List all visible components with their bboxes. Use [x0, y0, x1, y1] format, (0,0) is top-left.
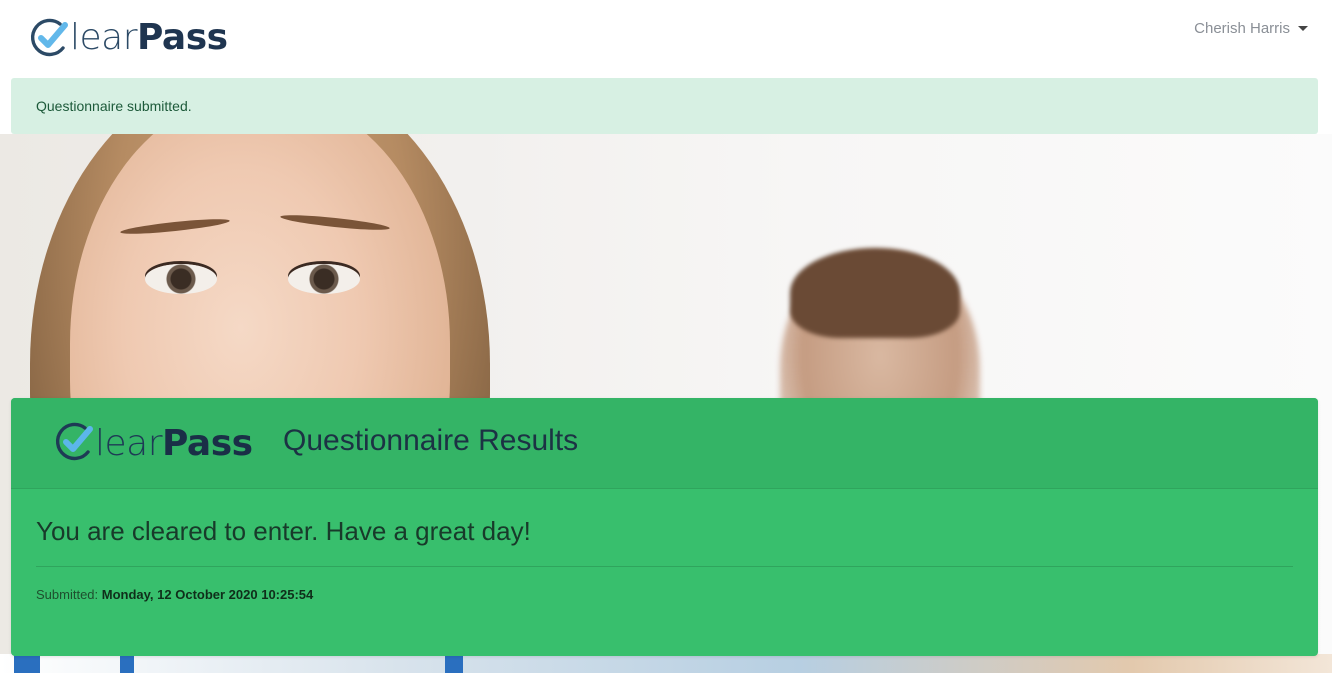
check-c-icon — [55, 420, 95, 467]
card-divider — [36, 566, 1293, 567]
clearpass-logo[interactable]: learPass — [30, 12, 228, 62]
card-logo-text-bold: Pass — [162, 423, 253, 464]
logo-text-light: lear — [70, 16, 138, 58]
check-c-icon — [30, 16, 70, 58]
submitted-value: Monday, 12 October 2020 10:25:54 — [101, 587, 314, 602]
user-name: Cherish Harris — [1194, 20, 1290, 37]
success-alert: Questionnaire submitted. — [11, 78, 1318, 134]
logo-text-bold: Pass — [137, 16, 228, 58]
card-body: You are cleared to enter. Have a great d… — [11, 513, 1318, 602]
alert-message: Questionnaire submitted. — [36, 98, 192, 114]
result-message: You are cleared to enter. Have a great d… — [36, 516, 531, 546]
card-logo-text-light: lear — [95, 423, 163, 464]
card-title: Questionnaire Results — [283, 424, 579, 457]
top-navbar: learPass Cherish Harris — [0, 0, 1332, 78]
caret-down-icon — [1298, 26, 1308, 31]
submitted-label: Submitted: — [36, 587, 99, 602]
card-clearpass-logo: learPass — [55, 420, 253, 467]
questionnaire-results-card: learPass Questionnaire Results You are c… — [11, 398, 1318, 656]
submitted-timestamp: Submitted: Monday, 12 October 2020 10:25… — [36, 587, 1293, 602]
user-menu-dropdown[interactable]: Cherish Harris — [1194, 20, 1308, 37]
card-header: learPass Questionnaire Results — [11, 398, 1318, 489]
